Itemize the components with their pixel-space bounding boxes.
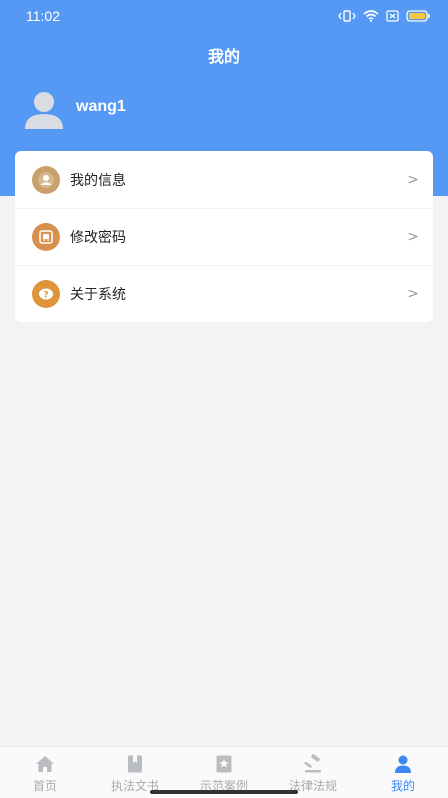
- status-icons: [338, 8, 430, 24]
- menu-item-my-info[interactable]: 我的信息 >: [15, 151, 433, 208]
- wifi-icon: [363, 10, 379, 22]
- avatar[interactable]: [24, 89, 64, 129]
- tab-home[interactable]: 首页: [0, 747, 90, 798]
- vibrate-icon: [338, 10, 356, 22]
- menu-item-label: 关于系统: [70, 287, 126, 303]
- menu-item-label: 我的信息: [70, 172, 126, 189]
- home-indicator[interactable]: [150, 790, 298, 794]
- page-title: 我的: [207, 47, 240, 66]
- battery-icon: [406, 10, 430, 22]
- menu-item-change-password[interactable]: 修改密码 >: [15, 208, 433, 265]
- document-icon: [128, 755, 142, 773]
- menu-item-about-system[interactable]: ? 关于系统 >: [15, 265, 433, 322]
- tab-label: 我的: [390, 779, 415, 793]
- menu-item-label: 修改密码: [70, 230, 126, 246]
- avatar-person-icon: [25, 92, 63, 129]
- user-info-icon: [32, 165, 60, 194]
- person-icon: [395, 755, 411, 773]
- menu-card: 我的信息 > 修改密码 > ? 关于系统 >: [15, 151, 433, 322]
- case-icon: [216, 755, 232, 773]
- about-icon: ?: [32, 280, 60, 308]
- status-time: 11:02: [26, 8, 60, 24]
- svg-text:?: ?: [43, 291, 48, 301]
- chevron-right-icon: >: [407, 171, 419, 188]
- gavel-icon: [304, 754, 321, 773]
- username: wang1: [76, 98, 126, 115]
- tab-label: 首页: [32, 779, 57, 793]
- status-bar: 11:02: [0, 0, 448, 30]
- home-icon: [36, 756, 54, 772]
- tab-mine[interactable]: 我的: [358, 747, 448, 798]
- password-icon: [32, 223, 60, 251]
- sim-icon: [386, 10, 399, 22]
- chevron-right-icon: >: [407, 229, 419, 245]
- chevron-right-icon: >: [407, 286, 419, 302]
